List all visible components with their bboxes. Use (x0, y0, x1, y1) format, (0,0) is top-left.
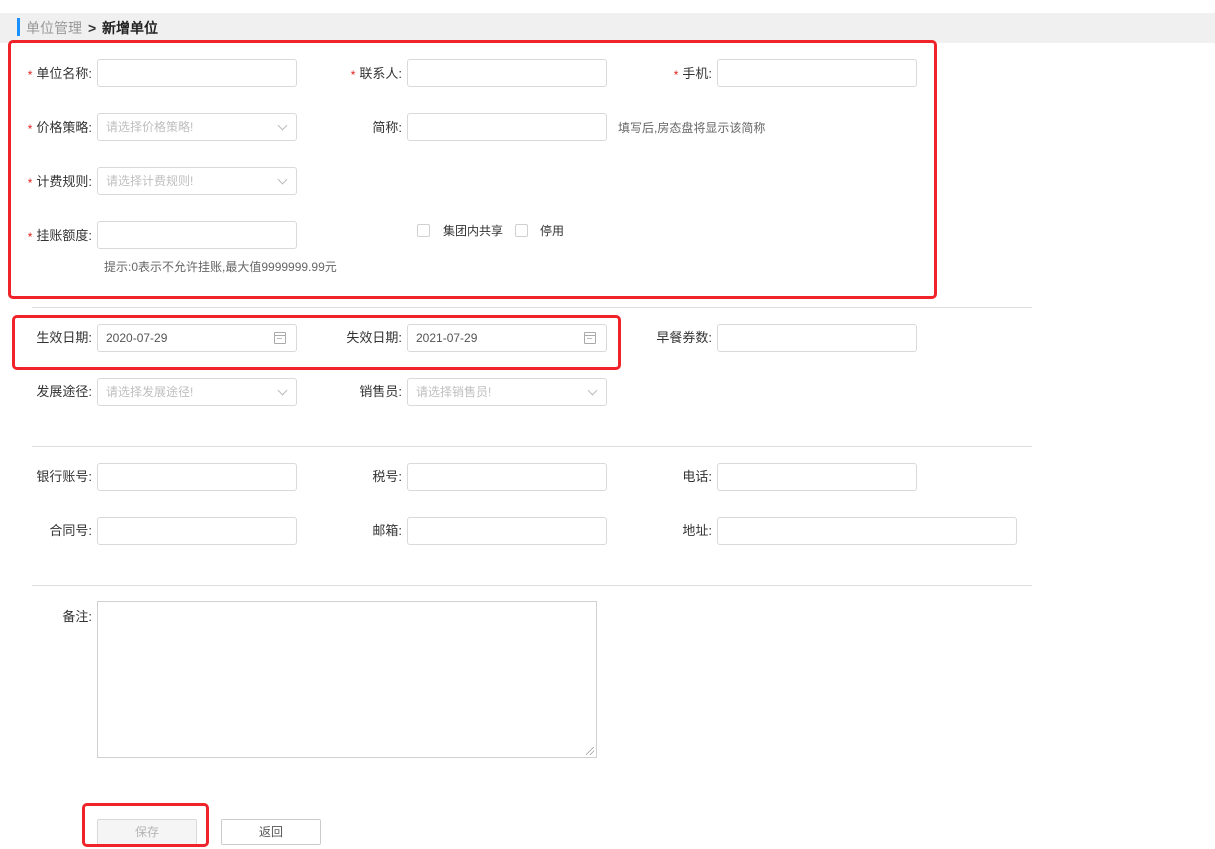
breadcrumb-bar (0, 13, 1215, 43)
short-name-input[interactable] (407, 113, 607, 141)
mobile-label: * 手机: (673, 66, 712, 82)
remarks-label: 备注: (62, 609, 92, 624)
phone-input[interactable] (717, 463, 917, 491)
effective-date-picker[interactable]: 2020-07-29 (97, 324, 297, 352)
chevron-down-icon (587, 385, 598, 396)
breadcrumb-separator: > (88, 20, 97, 36)
bank-account-input[interactable] (97, 463, 297, 491)
bank-account-label: 银行账号: (36, 469, 92, 484)
chevron-down-icon (277, 385, 288, 396)
remarks-textarea[interactable] (97, 601, 597, 758)
source-label: 发展途径: (36, 384, 92, 399)
billing-rule-label: * 计费规则: (27, 174, 92, 190)
source-select[interactable]: 请选择发展途径! (97, 378, 297, 406)
contact-label: * 联系人: (350, 66, 402, 82)
short-name-hint: 填写后,房态盘将显示该简称 (618, 121, 766, 135)
credit-limit-label: * 挂账额度: (27, 228, 92, 244)
section-divider (32, 446, 1032, 447)
breadcrumb-accent-bar (17, 18, 20, 36)
email-input[interactable] (407, 517, 607, 545)
contract-number-input[interactable] (97, 517, 297, 545)
breakfast-count-input[interactable] (717, 324, 917, 352)
address-label: 地址: (682, 523, 712, 538)
calendar-icon (274, 332, 286, 344)
breakfast-count-label: 早餐券数: (656, 330, 712, 345)
email-label: 邮箱: (372, 523, 402, 538)
section-divider (32, 307, 1032, 308)
calendar-icon (584, 332, 596, 344)
group-share-label: 集团内共享 (443, 224, 504, 238)
phone-label: 电话: (682, 469, 712, 484)
disabled-label: 停用 (540, 224, 565, 238)
tax-number-input[interactable] (407, 463, 607, 491)
credit-limit-input[interactable] (97, 221, 297, 249)
back-button[interactable]: 返回 (221, 819, 321, 845)
contract-number-label: 合同号: (49, 523, 92, 538)
mobile-input[interactable] (717, 59, 917, 87)
chevron-down-icon (277, 120, 288, 131)
unit-name-input[interactable] (97, 59, 297, 87)
price-policy-label: * 价格策略: (27, 120, 92, 136)
short-name-label: 简称: (372, 120, 402, 135)
price-policy-select[interactable]: 请选择价格策略! (97, 113, 297, 141)
effective-date-label: 生效日期: (36, 330, 92, 345)
billing-rule-select[interactable]: 请选择计费规则! (97, 167, 297, 195)
section-divider (32, 585, 1032, 586)
address-input[interactable] (717, 517, 1017, 545)
expiry-date-label: 失效日期: (346, 330, 402, 345)
expiry-date-picker[interactable]: 2021-07-29 (407, 324, 607, 352)
save-button[interactable]: 保存 (97, 819, 197, 845)
breadcrumb-parent-link[interactable]: 单位管理 (26, 20, 82, 36)
salesperson-label: 销售员: (359, 384, 402, 399)
breadcrumb-current: 新增单位 (102, 20, 158, 36)
credit-limit-hint: 提示:0表示不允许挂账,最大值9999999.99元 (104, 260, 337, 274)
chevron-down-icon (277, 174, 288, 185)
resize-handle-icon[interactable] (586, 747, 594, 755)
tax-number-label: 税号: (372, 469, 402, 484)
salesperson-select[interactable]: 请选择销售员! (407, 378, 607, 406)
disabled-checkbox[interactable] (515, 224, 528, 237)
contact-input[interactable] (407, 59, 607, 87)
group-share-checkbox[interactable] (417, 224, 430, 237)
unit-name-label: * 单位名称: (27, 66, 92, 82)
